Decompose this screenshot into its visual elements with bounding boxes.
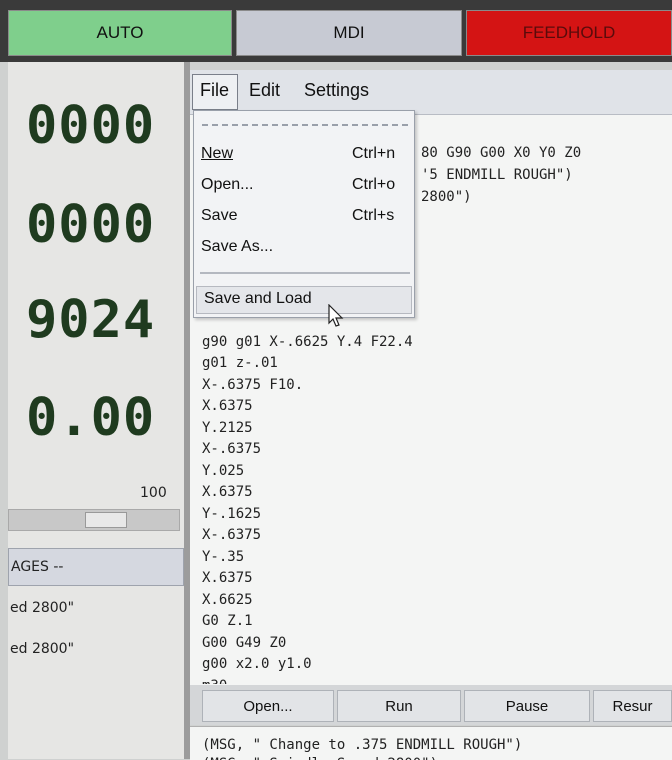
code-line: X-.6375 F10. [202,376,304,393]
menu-edit[interactable]: Edit [249,80,280,101]
accel-new: Ctrl+n [352,145,396,162]
menu-item-save[interactable]: Save [201,207,237,225]
status-line: (MSG, " Change to .375 ENDMILL ROUGH") [202,737,523,753]
dro-z: 9024 [26,290,156,350]
code-line: Y.025 [202,462,245,479]
code-line: X-.6375 [202,527,262,543]
accel-open: Ctrl+o [352,176,396,193]
menu-item-save-and-load[interactable]: Save and Load [204,290,312,308]
code-line: X.6375 [202,398,253,414]
slider-handle[interactable] [85,512,127,528]
open-button[interactable]: Open... [202,690,334,722]
code-line: g90 g01 X-.6625 Y.4 F22.4 [202,333,413,350]
code-line: Y-.35 [202,548,245,565]
menu-settings[interactable]: Settings [304,80,369,101]
message-line: ed 2800" [10,600,75,616]
accel-save: Ctrl+s [352,207,395,224]
mouse-pointer-icon [328,304,344,327]
code-line: Y.2125 [202,419,253,436]
code-line: X-.6375 [202,441,262,457]
code-line: 80 G90 G00 X0 Y0 Z0 [421,145,582,161]
menu-item-open[interactable]: Open... [201,176,253,194]
mdi-mode-button[interactable]: MDI [236,10,462,56]
dro-feed: 0.00 [26,388,156,448]
code-line: X.6375 [202,484,253,500]
feedhold-button[interactable]: FEEDHOLD [466,10,672,56]
code-line: G0 Z.1 [202,613,253,629]
pause-button[interactable]: Pause [464,690,590,722]
code-line: g01 z-.01 [202,355,278,371]
status-line: (MSG, " Spindle Speed 2800") [202,756,438,760]
menu-separator [200,272,410,274]
messages-header[interactable]: AGES -- [8,548,184,586]
code-line: '5 ENDMILL ROUGH") [421,167,573,183]
message-line: ed 2800" [10,641,75,657]
auto-mode-button[interactable]: AUTO [8,10,232,56]
dro-x: 0000 [26,96,156,156]
menu-item-save-as[interactable]: Save As... [201,238,273,256]
code-line: Y-.1625 [202,505,262,522]
code-line: X.6625 [202,591,253,608]
code-line: m30 [202,676,227,684]
tearoff-line[interactable] [202,124,408,126]
menu-file[interactable]: File [200,80,229,101]
code-line: X.6375 [202,570,253,586]
override-value: 100 [140,485,167,501]
resume-button[interactable]: Resur [593,690,672,722]
menu-item-new[interactable]: New [201,145,233,163]
run-button[interactable]: Run [337,690,461,722]
code-line: G00 G49 Z0 [202,634,287,651]
code-line: g00 x2.0 y1.0 [202,656,312,672]
dro-y: 0000 [26,195,156,255]
code-line: 2800") [421,189,472,205]
